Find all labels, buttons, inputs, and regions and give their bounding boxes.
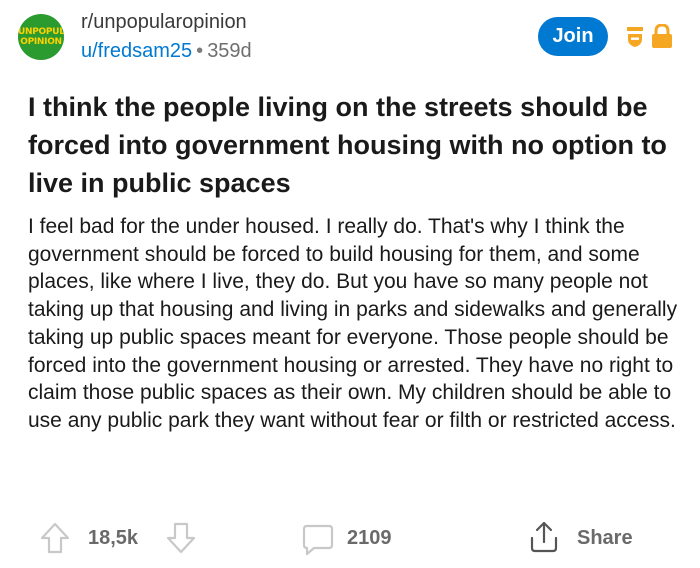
post-title[interactable]: I think the people living on the streets… [28, 88, 678, 202]
downvote-icon[interactable] [166, 522, 196, 554]
comment-icon[interactable] [302, 523, 334, 555]
post-header: UNPOPULAR OPINION r/unpopularopinion u/f… [0, 0, 700, 80]
lock-icon [652, 24, 672, 48]
post-meta: u/fredsam25 • 359d [81, 40, 252, 63]
share-label[interactable]: Share [577, 527, 633, 550]
upvote-icon[interactable] [40, 522, 70, 554]
subreddit-avatar[interactable]: UNPOPULAR OPINION [18, 14, 64, 60]
share-icon[interactable] [528, 520, 560, 554]
action-bar: 18,5k 2109 Share [0, 512, 700, 562]
post-body: I feel bad for the under housed. I reall… [28, 215, 678, 432]
avatar-text-line-2: OPINION [20, 37, 62, 47]
meta-separator: • [196, 40, 204, 62]
post-age: 359d [207, 40, 252, 62]
mod-shield-icon [627, 27, 643, 47]
username-link[interactable]: u/fredsam25 [81, 40, 192, 62]
subreddit-name[interactable]: r/unpopularopinion [81, 11, 247, 34]
avatar-text-line-1: UNPOPULAR [18, 27, 64, 37]
comment-count[interactable]: 2109 [347, 527, 392, 550]
vote-count: 18,5k [88, 527, 139, 549]
join-button[interactable]: Join [538, 17, 608, 56]
